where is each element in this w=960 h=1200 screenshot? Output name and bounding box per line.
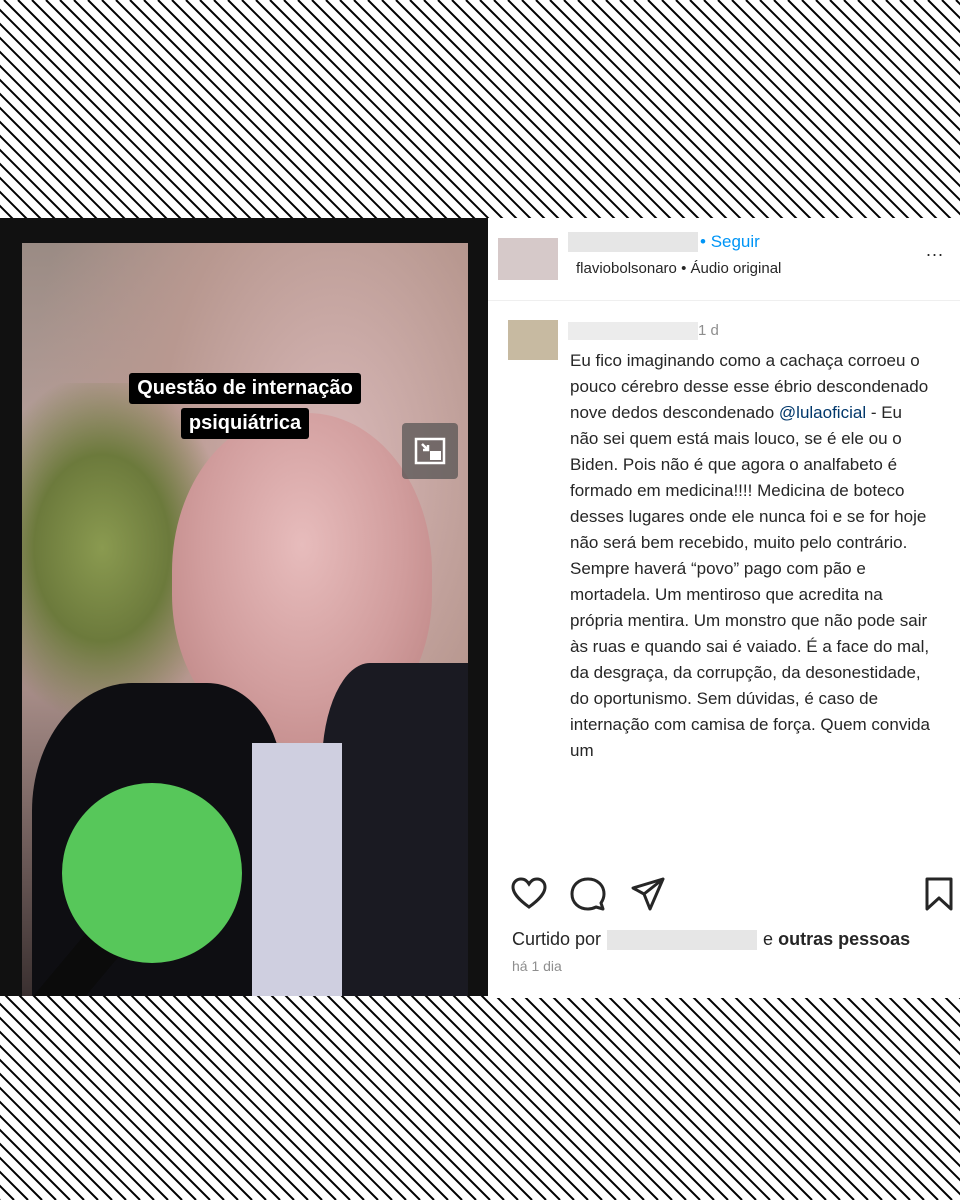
post-time-ago: há 1 dia bbox=[512, 958, 562, 974]
instagram-post: Questão de internação psiquiátrica • Seg… bbox=[0, 218, 960, 998]
author-avatar[interactable] bbox=[498, 238, 558, 280]
mention-link[interactable]: @lulaoficial bbox=[779, 403, 866, 422]
caption-line-2: psiquiátrica bbox=[180, 408, 310, 439]
comment-icon[interactable] bbox=[570, 876, 606, 912]
more-options-icon[interactable]: ... bbox=[926, 240, 944, 261]
comment-time: 1 d bbox=[698, 322, 719, 339]
picture-in-picture-icon bbox=[414, 437, 446, 465]
suit-shoulder-right bbox=[322, 663, 468, 996]
liked-by: Curtido por e outras pessoas bbox=[512, 929, 910, 951]
picture-in-picture-button[interactable] bbox=[402, 423, 458, 479]
video-frame: Questão de internação psiquiátrica bbox=[22, 243, 468, 996]
like-icon[interactable] bbox=[510, 876, 548, 910]
caption-line-1: Questão de internação bbox=[129, 373, 361, 404]
commenter-name-redacted[interactable] bbox=[568, 322, 698, 340]
liked-connector: e bbox=[763, 929, 774, 949]
shirt bbox=[252, 743, 342, 996]
liked-prefix: Curtido por bbox=[512, 929, 602, 949]
commenter-avatar[interactable] bbox=[508, 320, 558, 360]
follow-button[interactable]: • Seguir bbox=[700, 232, 760, 252]
comment-text: Eu fico imaginando como a cachaça corroe… bbox=[570, 348, 932, 846]
post-meta: flaviobolsonaro • Áudio original bbox=[576, 260, 782, 277]
save-icon[interactable] bbox=[924, 876, 954, 912]
reel-video[interactable]: Questão de internação psiquiátrica bbox=[0, 218, 488, 996]
post-header: • Seguir flaviobolsonaro • Áudio origina… bbox=[488, 218, 960, 301]
post-actions bbox=[488, 876, 960, 916]
liker-name-redacted[interactable] bbox=[607, 930, 758, 951]
follow-label[interactable]: Seguir bbox=[711, 232, 760, 251]
other-people-link[interactable]: outras pessoas bbox=[778, 929, 910, 949]
author-name-redacted[interactable] bbox=[568, 232, 698, 252]
comment-text-end: - Eu não sei quem está mais louco, se é … bbox=[570, 403, 931, 760]
post-sidebar: • Seguir flaviobolsonaro • Áudio origina… bbox=[488, 218, 960, 998]
microphone bbox=[62, 783, 242, 963]
share-icon[interactable] bbox=[630, 876, 666, 912]
